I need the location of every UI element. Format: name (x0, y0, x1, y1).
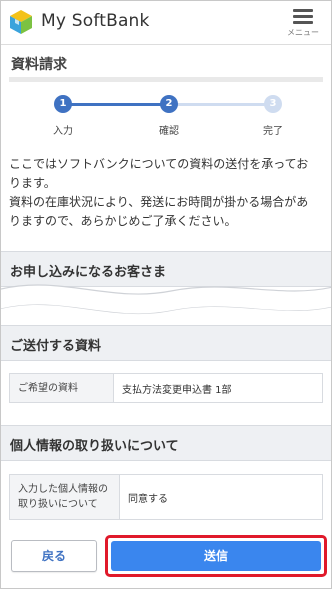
back-button[interactable]: 戻る (11, 540, 97, 572)
page-title: 資料請求 (11, 57, 67, 73)
privacy-value: 同意する (128, 493, 168, 505)
app-header: My SoftBank メニュー (1, 1, 331, 45)
step-2-marker: 2 (160, 95, 178, 113)
omitted-content-divider (1, 284, 331, 319)
progress-steps: 1 2 3 入力 確認 完了 (1, 91, 331, 141)
privacy-row: 入力した個人情報の 取り扱いについて 同意する (9, 474, 323, 520)
privacy-key-line: 取り扱いについて (18, 499, 98, 510)
progress-track-done (63, 103, 169, 106)
send-button[interactable]: 送信 (111, 541, 321, 571)
step-1-label: 入力 (53, 126, 73, 137)
documents-value: 支払方法変更申込書 1部 (122, 384, 232, 396)
intro-line: ります。 (9, 176, 56, 190)
privacy-key: 入力した個人情報の 取り扱いについて (10, 475, 120, 519)
app-brand[interactable]: My SoftBank (41, 11, 150, 31)
documents-row: ご希望の資料 支払方法変更申込書 1部 (9, 373, 323, 403)
privacy-section-heading: 個人情報の取り扱いについて (1, 425, 331, 461)
progress-track-pending (169, 103, 271, 106)
step-2-label: 確認 (159, 126, 179, 137)
step-3-label: 完了 (263, 126, 283, 137)
step-1-marker: 1 (54, 95, 72, 113)
menu-button[interactable]: メニュー (283, 7, 323, 41)
intro-text: ここではソフトバンクについての資料の送付を承ってお ります。 資料の在庫状況によ… (9, 155, 327, 231)
app-frame: My SoftBank メニュー 資料請求 1 2 3 入力 確認 完了 ここで… (0, 0, 332, 589)
intro-line: 資料の在庫状況により、発送にお時間が掛かる場合があ (9, 195, 309, 209)
softbank-logo-icon (10, 10, 32, 34)
title-divider (9, 77, 323, 82)
hamburger-icon (293, 9, 313, 25)
documents-key: ご希望の資料 (10, 374, 114, 402)
privacy-key-line: 入力した個人情報の (18, 484, 108, 495)
step-3-marker: 3 (264, 95, 282, 113)
intro-line: ここではソフトバンクについての資料の送付を承ってお (9, 157, 309, 171)
menu-label: メニュー (287, 28, 319, 37)
intro-line: りますので、あらかじめご了承ください。 (9, 214, 237, 228)
documents-section-heading: ご送付する資料 (1, 325, 331, 361)
